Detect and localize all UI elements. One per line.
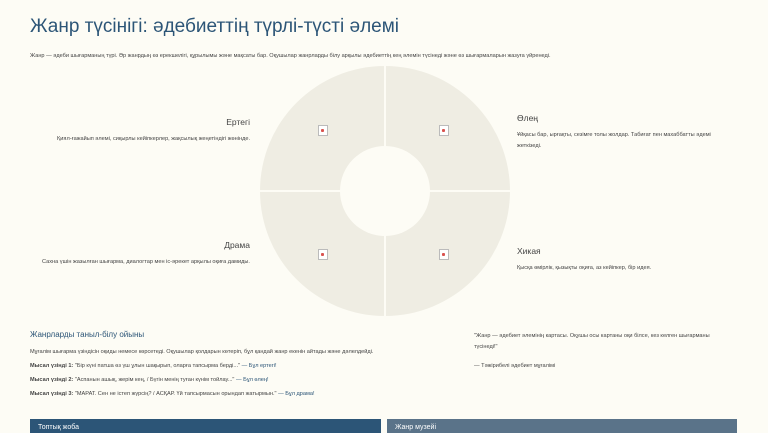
broken-image-icon [439, 125, 449, 136]
genre-title: Ертегі [226, 117, 250, 127]
genre-description: Ұйқасы бар, ырғақты, сезімге толы жолдар… [517, 132, 711, 149]
broken-image-icon [318, 125, 328, 136]
game-heading: Жанрларды таныл-білу ойыны [30, 330, 145, 339]
example-line: Мысал үзінді 1: "Бір күні патша өз үш ұл… [30, 363, 390, 370]
broken-image-icon [318, 249, 328, 260]
quote-author: — Тәжірибелі әдебиет мұғалімі [474, 363, 556, 369]
genre-title: Өлең [517, 113, 538, 123]
genre-card-drama: Драма Сахна үшін жазылған шығарма, диало… [30, 240, 250, 268]
genre-game-section: Жанрларды таныл-білу ойыны Мұғалім шығар… [30, 330, 390, 405]
teacher-quote: "Жанр — әдебиет әлемінің картасы. Оқушы … [474, 331, 734, 372]
genre-description: Қысқа өмірлік, қызықты оқиға, аз кейіпке… [517, 265, 652, 271]
genre-card-olen: Өлең Ұйқасы бар, ырғақты, сезімге толы ж… [517, 113, 720, 152]
example-text: "Аспанын ашық, жерім кең, / Бүгін менің … [74, 377, 235, 383]
example-text: "МАРАТ. Сен не істеп жүрсің? / АСҚАР. Үй… [74, 391, 277, 397]
genre-description: Сахна үшін жазылған шығарма, диалогтар м… [42, 259, 250, 265]
broken-image-icon [439, 249, 449, 260]
example-label: Мысал үзінді 1: [30, 363, 74, 369]
game-instruction: Мұғалім шығарма үзіндісін оқиды немесе к… [30, 349, 374, 355]
quote-text: "Жанр — әдебиет әлемінің картасы. Оқушы … [474, 333, 710, 350]
genre-museum-panel: Жанр музейі [387, 419, 737, 433]
page-title: Жанр түсінігі: әдебиеттің түрлі-түсті әл… [30, 16, 400, 37]
example-answer: — Бұл ертегі! [241, 363, 277, 369]
example-answer: — Бұл драма! [278, 391, 315, 397]
group-project-panel: Топтық жоба [30, 419, 381, 433]
example-text: "Бір күні патша өз үш ұлын шақырып, олар… [74, 363, 241, 369]
intro-text: Жанр — әдеби шығарманың түрі. Әр жанрдың… [30, 53, 551, 59]
genre-card-hikaya: Хикая Қысқа өмірлік, қызықты оқиға, аз к… [517, 246, 720, 274]
wheel-center [340, 146, 430, 236]
genre-title: Хикая [517, 246, 541, 256]
genre-title: Драма [224, 240, 250, 250]
example-label: Мысал үзінді 3: [30, 391, 74, 397]
example-answer: — Бұл өлең! [236, 377, 269, 383]
example-label: Мысал үзінді 2: [30, 377, 74, 383]
example-line: Мысал үзінді 2: "Аспанын ашық, жерім кең… [30, 377, 390, 384]
genre-card-ertegi: Ертегі Қиял-ғажайып әлемі, сиқырлы кейіп… [30, 117, 250, 145]
genre-description: Қиял-ғажайып әлемі, сиқырлы кейіпкерлер,… [57, 136, 250, 142]
genre-wheel [260, 66, 510, 316]
example-line: Мысал үзінді 3: "МАРАТ. Сен не істеп жүр… [30, 391, 390, 398]
